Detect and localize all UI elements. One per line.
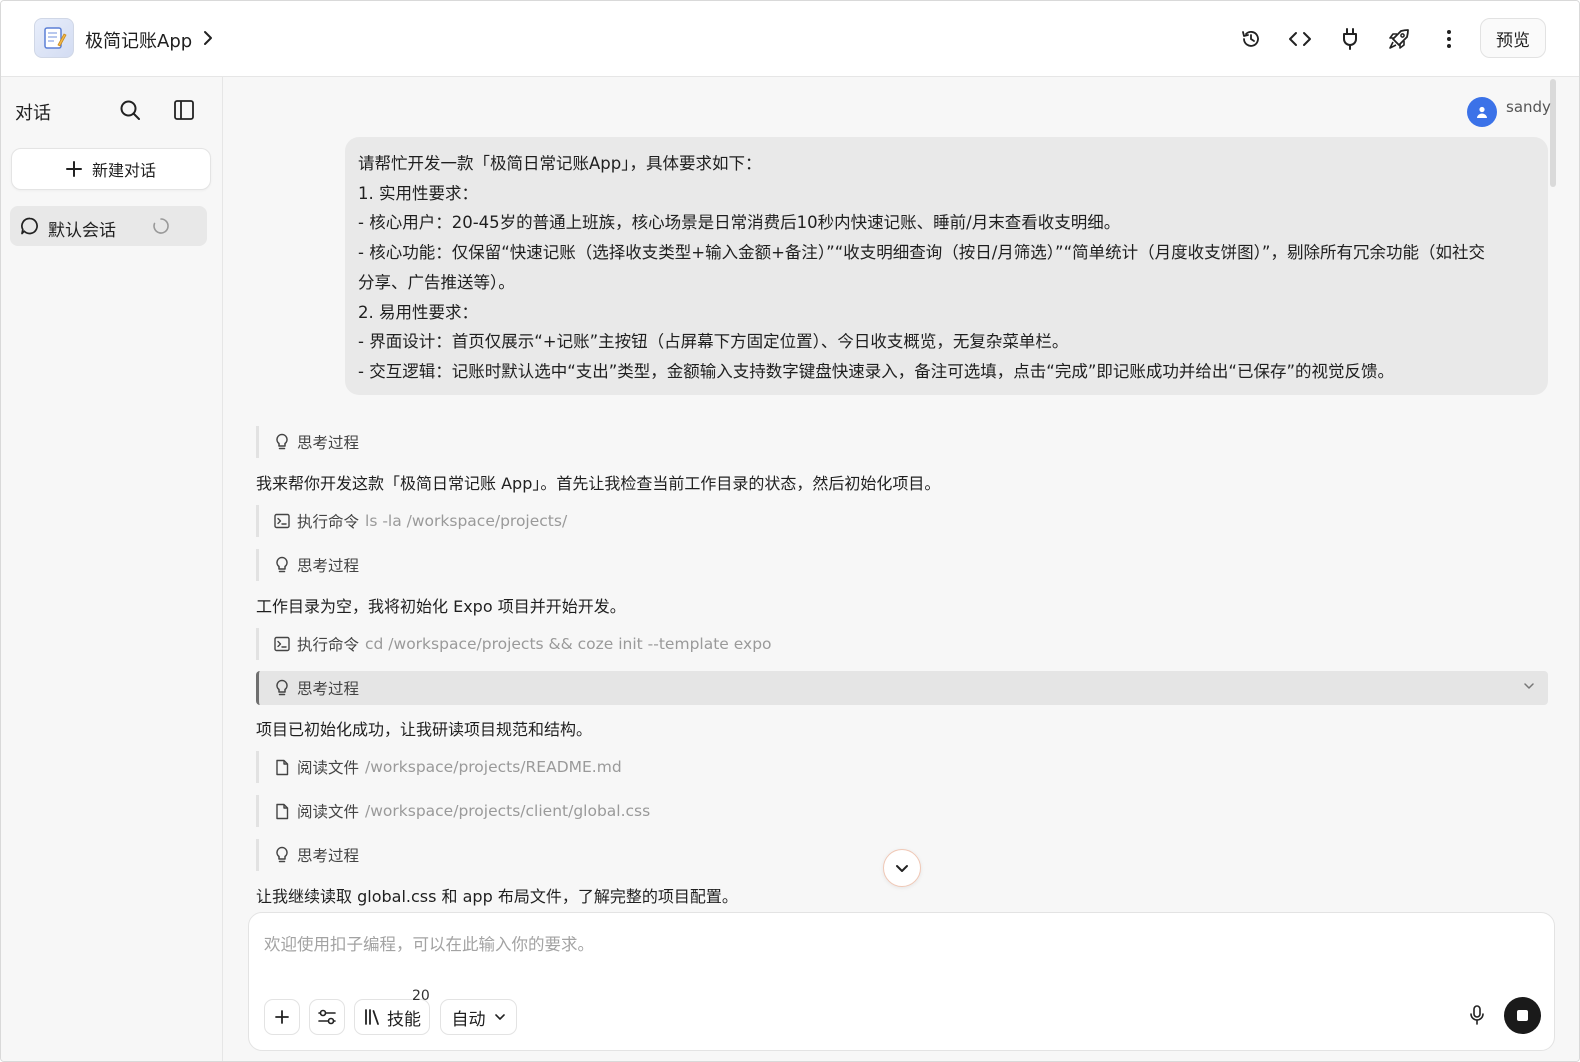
message-line: - 界面设计：首页仅展示“+记账”主按钮（占屏幕下方固定位置）、今日收支概览，无… (358, 332, 1069, 352)
sidebar-title: 对话 (15, 103, 51, 124)
scroll-to-bottom-button[interactable] (883, 849, 921, 887)
rocket-icon[interactable] (1383, 23, 1415, 55)
plus-icon (65, 161, 82, 177)
step-label: 思考过程 (297, 680, 360, 698)
step-detail: /workspace/projects/client/global.css (365, 802, 651, 820)
more-vertical-icon[interactable] (1433, 23, 1465, 55)
avatar (1467, 97, 1497, 127)
step-label: 执行命令 (297, 636, 360, 654)
skills-label: 技能 (387, 1009, 421, 1030)
step-detail: ls -la /workspace/projects/ (365, 512, 568, 530)
file-step[interactable]: 阅读文件 /workspace/projects/client/global.c… (256, 795, 650, 827)
skills-button[interactable]: 技能 (354, 999, 430, 1035)
thinking-step[interactable]: 思考过程 (256, 426, 359, 458)
user-message-bubble: 请帮忙开发一款「极简日常记账App」，具体要求如下： 1. 实用性要求： - 核… (345, 137, 1548, 395)
file-icon (273, 802, 291, 820)
app-logo-icon (34, 18, 74, 58)
chevron-right-icon[interactable] (197, 26, 219, 50)
app-title[interactable]: 极简记账App (85, 27, 192, 53)
composer-input[interactable]: 欢迎使用扣子编程，可以在此输入你的要求。 (264, 931, 594, 955)
message-line: 分享、广告推送等）。 (358, 272, 515, 292)
chevron-down-icon (896, 865, 908, 872)
new-chat-button[interactable]: 新建对话 (11, 148, 211, 190)
preview-button[interactable]: 预览 (1480, 18, 1546, 58)
command-step[interactable]: 执行命令 cd /workspace/projects && coze init… (256, 628, 772, 660)
sidebar-item-default-session[interactable]: 默认会话 (10, 206, 207, 246)
sliders-icon (318, 1009, 336, 1025)
sidebar-toggle-icon[interactable] (169, 95, 199, 125)
username: sandy (1506, 98, 1551, 116)
file-icon (273, 758, 291, 776)
step-label: 阅读文件 (297, 759, 360, 777)
sidebar: 对话 新建对话 默认会话 (1, 77, 223, 1061)
mode-label: 自动 (451, 1009, 486, 1030)
stop-generation-button[interactable] (1504, 997, 1541, 1034)
top-bar: 极简记账App 预览 (1, 1, 1579, 77)
lightbulb-icon (273, 556, 291, 574)
add-attachment-button[interactable] (264, 999, 300, 1035)
file-step[interactable]: 阅读文件 /workspace/projects/README.md (256, 751, 622, 783)
message-line: 1. 实用性要求： (358, 183, 478, 203)
lightbulb-icon (273, 679, 291, 697)
terminal-icon (273, 512, 291, 530)
chat-bubble-icon (21, 217, 38, 235)
command-step[interactable]: 执行命令 ls -la /workspace/projects/ (256, 505, 567, 537)
chevron-down-icon[interactable] (1522, 679, 1536, 693)
message-line: - 核心用户：20-45岁的普通上班族，核心场景是日常消费后10秒内快速记账、睡… (358, 213, 1121, 233)
plus-icon (275, 1010, 289, 1024)
message-line: 请帮忙开发一款「极简日常记账App」，具体要求如下： (358, 154, 762, 173)
app-window: 极简记账App 预览 对话 新建对话 默认会话 sandy 请帮忙开发一款「极简… (0, 0, 1580, 1062)
thinking-step-active[interactable]: 思考过程 (256, 671, 1548, 705)
assistant-text: 项目已初始化成功，让我研读项目规范和结构。 (256, 720, 593, 739)
step-label: 思考过程 (297, 557, 360, 575)
lightbulb-icon (273, 433, 291, 451)
message-line: 2. 易用性要求： (358, 302, 478, 322)
mode-select[interactable]: 自动 (440, 999, 517, 1035)
scrollbar[interactable] (1550, 79, 1556, 187)
step-label: 阅读文件 (297, 803, 360, 821)
thinking-step[interactable]: 思考过程 (256, 549, 359, 581)
lightbulb-icon (273, 846, 291, 864)
user-icon (1477, 106, 1487, 118)
assistant-text: 让我继续读取 global.css 和 app 布局文件，了解完整的项目配置。 (256, 887, 738, 906)
library-icon (365, 1009, 379, 1025)
skills-count-badge: 20 (412, 988, 430, 1004)
step-detail: cd /workspace/projects && coze init --te… (365, 635, 772, 653)
chevron-down-icon (494, 1014, 505, 1020)
code-icon[interactable] (1284, 23, 1316, 55)
assistant-text: 工作目录为空，我将初始化 Expo 项目并开始开发。 (256, 597, 626, 616)
message-composer[interactable]: 欢迎使用扣子编程，可以在此输入你的要求。 技能 自动 (248, 912, 1555, 1051)
step-label: 思考过程 (297, 434, 360, 452)
loading-spinner-icon (153, 218, 169, 234)
search-icon[interactable] (115, 95, 145, 125)
assistant-text: 我来帮你开发这款「极简日常记账 App」。首先让我检查当前工作目录的状态，然后初… (256, 474, 941, 493)
step-label: 执行命令 (297, 513, 360, 531)
microphone-icon[interactable] (1463, 1001, 1491, 1029)
thinking-step[interactable]: 思考过程 (256, 839, 359, 871)
message-line: - 交互逻辑：记账时默认选中“支出”类型，金额输入支持数字键盘快速录入，备注可选… (358, 361, 1394, 381)
history-icon[interactable] (1235, 23, 1267, 55)
terminal-icon (273, 635, 291, 653)
new-chat-label: 新建对话 (91, 161, 156, 180)
step-label: 思考过程 (297, 847, 360, 865)
stop-icon (1517, 1010, 1528, 1021)
session-label: 默认会话 (48, 221, 116, 241)
plug-icon[interactable] (1334, 23, 1366, 55)
message-line: - 核心功能：仅保留“快速记账（选择收支类型+输入金额+备注）”“收支明细查询（… (358, 243, 1485, 263)
step-detail: /workspace/projects/README.md (365, 758, 622, 776)
settings-sliders-button[interactable] (309, 999, 345, 1035)
